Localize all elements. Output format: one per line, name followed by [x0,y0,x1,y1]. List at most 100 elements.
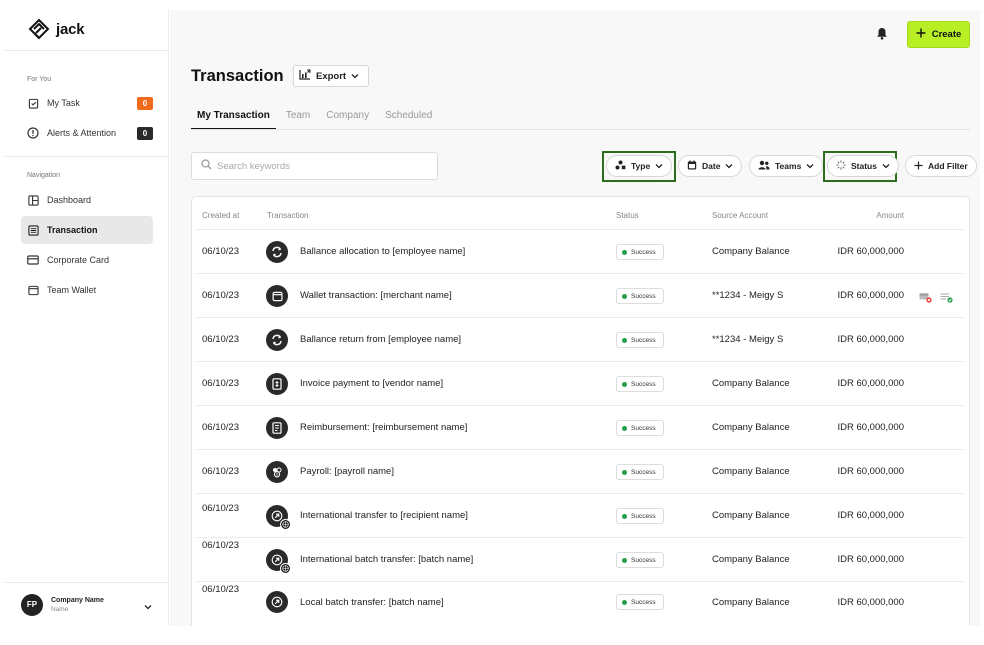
section-label-for-you: For You [27,76,52,83]
teams-filter-button[interactable]: Teams [749,155,824,177]
column-header-created-at[interactable]: Created at [202,211,239,220]
source-account: Company Balance [712,246,790,257]
sidebar-item-label: My Task [47,98,80,108]
sidebar-item-transaction[interactable]: Transaction [21,216,153,244]
success-dot-icon [622,337,627,343]
list-check-icon[interactable] [940,290,953,308]
column-header-transaction[interactable]: Transaction [267,211,309,220]
list-icon [27,224,39,236]
add-filter-button[interactable]: Add Filter [905,155,977,177]
amount: IDR 60,000,000 [837,378,904,389]
receipt-icon [266,417,288,439]
status-badge: Success [616,332,664,348]
status-badge: Success [616,552,664,568]
clipboard-check-icon [27,97,39,109]
filter-label: Date [702,161,721,171]
section-label-navigation: Navigation [27,172,61,179]
table-row[interactable]: 06/10/23 Reimbursement: [reimbursement n… [192,406,969,450]
table-row[interactable]: 06/10/23 Wallet transaction: [merchant n… [192,274,969,318]
wallet-icon [27,284,39,296]
status-badge: Success [616,508,664,524]
search-box [191,152,438,180]
globe-icon [280,519,291,530]
tab-scheduled[interactable]: Scheduled [379,110,438,130]
amount: IDR 60,000,000 [837,334,904,345]
card-remove-icon[interactable] [919,290,932,308]
success-dot-icon [622,557,627,563]
payroll-icon [266,461,288,483]
column-header-amount[interactable]: Amount [876,211,904,220]
tabs-divider [191,129,970,130]
status-label: Success [631,468,656,476]
sidebar-item-my-task[interactable]: My Task 0 [21,89,153,117]
sidebar-item-label: Alerts & Attention [47,128,117,138]
success-dot-icon [622,469,627,475]
chevron-down-icon [806,161,814,171]
status-badge: Success [616,244,664,260]
tab-team[interactable]: Team [280,110,316,130]
status-badge: Success [616,420,664,436]
table-row[interactable]: 06/10/23 Ballance return from [employee … [192,318,969,362]
status-label: Success [631,292,656,300]
users-icon [758,160,770,172]
sidebar-divider [5,50,168,51]
created-at: 06/10/23 [202,584,239,595]
company-switcher[interactable]: FP Company Name Name [5,582,168,626]
export-button-label: Export [316,70,347,82]
transaction-name: Wallet transaction: [merchant name] [300,290,452,301]
amount: IDR 60,000,000 [837,422,904,433]
table-row[interactable]: 06/10/23 International batch transfer: [… [192,538,969,582]
column-header-source-account[interactable]: Source Account [712,211,768,220]
status-label: Success [631,336,656,344]
plus-icon [916,28,926,41]
status-label: Success [631,380,656,388]
sidebar-item-team-wallet[interactable]: Team Wallet [21,276,153,304]
date-filter-button[interactable]: Date [678,155,743,177]
source-account: Company Balance [712,466,790,477]
globe-icon [280,563,291,574]
create-button[interactable]: Create [907,21,970,48]
success-dot-icon [622,293,627,299]
search-icon [201,157,212,175]
tab-company[interactable]: Company [320,110,375,130]
user-name: Name [51,605,69,613]
status-badge: Success [616,594,664,610]
sidebar-item-label: Corporate Card [47,255,110,265]
source-account: Company Balance [712,597,790,608]
wallet-icon [266,285,288,307]
status-label: Success [631,424,656,432]
table-row[interactable]: 06/10/23 International transfer to [reci… [192,494,969,538]
add-filter-label: Add Filter [928,161,968,171]
notification-bell-icon[interactable] [876,27,888,45]
source-account: **1234 - Meigy S [712,334,784,345]
sidebar-item-corporate-card[interactable]: Corporate Card [21,246,153,274]
sidebar-item-dashboard[interactable]: Dashboard [21,186,153,214]
tab-my-transaction[interactable]: My Transaction [191,110,276,130]
transaction-name: Ballance return from [employee name] [300,334,462,345]
status-badge: Success [616,288,664,304]
table-row[interactable]: 06/10/23 Ballance allocation to [employe… [192,230,969,274]
company-name: Company Name [51,596,104,604]
chevron-down-icon [725,161,733,171]
table-row[interactable]: 06/10/23 Local batch transfer: [batch na… [192,582,969,626]
status-filter-button[interactable]: Status [827,155,899,177]
page-title: Transaction [191,67,284,85]
status-label: Success [631,556,656,564]
table-row[interactable]: 06/10/23 Invoice payment to [vendor name… [192,362,969,406]
sidebar-divider [5,156,168,157]
chevron-down-icon [655,161,663,171]
export-button[interactable]: Export [293,65,369,87]
layout-icon [27,194,39,206]
main-content: Create Transaction Export My Transaction… [170,10,980,626]
brand-logo[interactable]: jack [26,16,85,42]
table-row[interactable]: 06/10/23 Payroll: [payroll name] Success… [192,450,969,494]
type-filter-button[interactable]: Type [606,155,673,177]
row-actions [919,290,953,308]
status-badge: Success [616,376,664,392]
sidebar-item-alerts[interactable]: Alerts & Attention 0 [21,119,153,147]
transaction-table: Created at Transaction Status Source Acc… [191,196,970,626]
search-input[interactable] [217,160,427,172]
column-header-status[interactable]: Status [616,211,639,220]
chevron-down-icon[interactable] [144,597,152,615]
transfer-arrow-icon [266,591,288,613]
